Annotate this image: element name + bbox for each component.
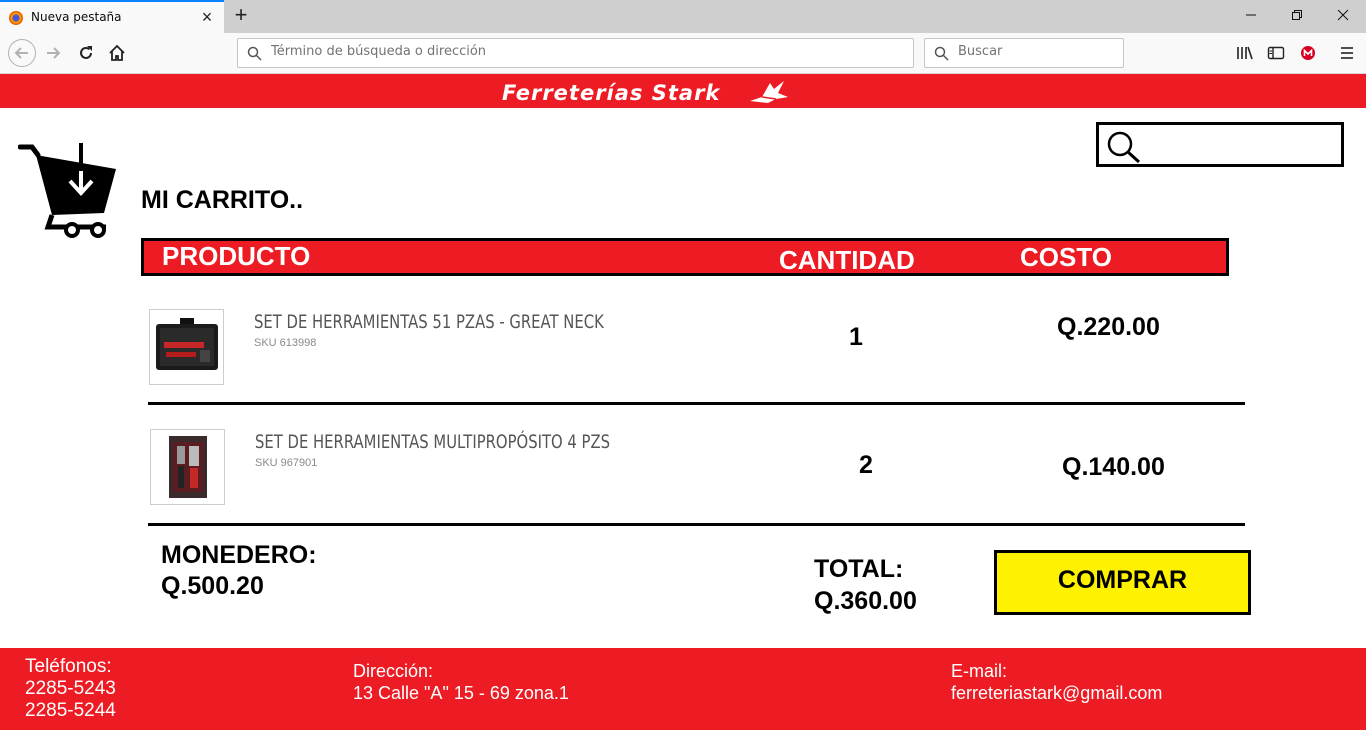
product-image[interactable] [150,429,225,505]
menu-icon[interactable] [1335,41,1359,65]
wallet-label: MONEDERO: [161,541,317,569]
buy-button[interactable]: COMPRAR [994,550,1251,615]
tab-title: Nueva pestaña [31,10,122,24]
product-cost: Q.220.00 [1057,313,1160,341]
site-search-input[interactable] [1147,133,1332,157]
row-divider [148,402,1245,405]
tab-close-icon[interactable]: × [198,7,216,27]
tool-set-image [168,436,207,498]
row-divider [148,523,1245,526]
search-icon [934,46,949,61]
product-name[interactable]: SET DE HERRAMIENTAS MULTIPROPÓSITO 4 PZS [255,431,610,453]
sidebar-icon[interactable] [1264,41,1288,65]
url-input[interactable] [271,44,871,59]
product-quantity: 2 [859,451,873,479]
close-window-icon[interactable] [1332,5,1354,27]
firefox-icon [9,11,23,25]
site-footer: Teléfonos: 2285-5243 2285-5244 Dirección… [0,648,1366,730]
page-title: MI CARRITO.. [141,186,304,214]
new-tab-icon[interactable]: + [231,2,251,28]
product-image[interactable] [149,309,224,385]
restore-icon[interactable] [1286,5,1308,27]
total-label: TOTAL: [814,555,904,583]
search-icon [247,46,262,61]
phone-number: 2285-5244 [25,700,116,721]
reload-icon[interactable] [74,41,98,65]
column-header-cost: COSTO [1020,242,1112,272]
product-name[interactable]: SET DE HERRAMIENTAS 51 PZAS - GREAT NECK [254,311,604,333]
column-header-product: PRODUCTO [162,241,311,271]
cart-icon [18,143,116,238]
bird-logo-icon [750,81,788,103]
forward-icon[interactable] [41,41,65,65]
site-search-box[interactable] [1096,122,1344,167]
url-bar[interactable] [237,38,914,68]
toolbox-image [155,318,218,370]
search-icon [1107,131,1141,164]
browser-tab[interactable]: Nueva pestaña × [0,0,224,33]
browser-search-bar[interactable] [924,38,1124,68]
product-quantity: 1 [849,323,863,351]
product-sku: SKU 613998 [254,337,317,349]
site-logo[interactable]: Ferreterías Stark [502,81,720,105]
total-value: Q.360.00 [814,587,917,615]
wallet-value: Q.500.20 [161,572,264,600]
back-icon[interactable] [8,39,36,67]
browser-tab-bar: Nueva pestaña × + [0,0,1366,33]
address-label: Dirección: [353,661,434,681]
minimize-icon[interactable] [1240,5,1262,27]
browser-navigation-bar [0,33,1366,74]
site-header: Ferreterías Stark [0,74,1366,108]
library-icon[interactable] [1233,41,1257,65]
extension-icon[interactable] [1296,41,1320,65]
home-icon[interactable] [105,41,129,65]
product-cost: Q.140.00 [1062,453,1165,481]
email-value[interactable]: ferreteriastark@gmail.com [951,682,1162,704]
cart-table-header: PRODUCTO CANTIDAD COSTO [141,238,1229,276]
column-header-quantity: CANTIDAD [779,245,915,275]
browser-search-input[interactable] [958,44,1108,59]
phones-label: Teléfonos: [25,656,112,677]
product-sku: SKU 967901 [255,457,318,469]
phone-number: 2285-5243 [25,678,116,699]
address-value: 13 Calle "A" 15 - 69 zona.1 [353,683,569,703]
email-label: E-mail: [951,661,1008,681]
